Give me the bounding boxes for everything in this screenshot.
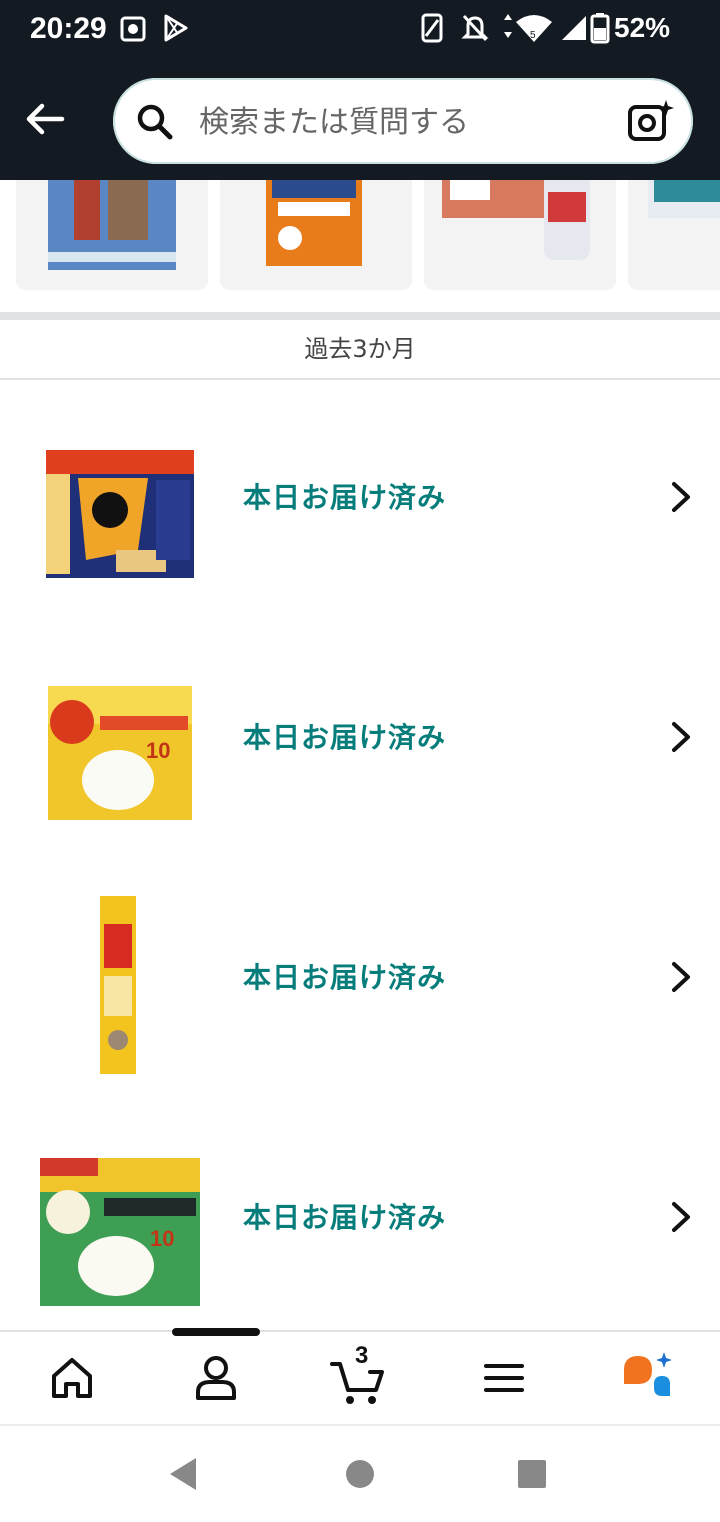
svg-text:10: 10 xyxy=(146,738,170,763)
carousel-card[interactable] xyxy=(16,180,208,290)
nav-active-indicator xyxy=(172,1328,260,1336)
order-row[interactable]: 本日お届け済み xyxy=(0,380,720,622)
back-arrow-icon[interactable] xyxy=(22,96,68,142)
system-back-icon[interactable] xyxy=(166,1456,200,1492)
home-icon[interactable] xyxy=(44,1350,100,1406)
delivery-status: 本日お届け済み xyxy=(243,721,447,754)
carousel-card[interactable] xyxy=(628,180,720,290)
search-box[interactable] xyxy=(113,78,693,164)
order-row[interactable]: 10 本日お届け済み xyxy=(0,620,720,862)
recent-items-carousel[interactable] xyxy=(0,180,720,310)
signal-icon xyxy=(562,16,586,40)
rufus-ai-icon[interactable] xyxy=(620,1350,676,1406)
delivery-status: 本日お届け済み xyxy=(243,961,447,994)
order-row[interactable]: 10 本日お届け済み xyxy=(0,1100,720,1342)
settings-icon xyxy=(120,16,146,42)
system-recents-icon[interactable] xyxy=(516,1458,548,1490)
product-image xyxy=(648,180,720,218)
carousel-card[interactable] xyxy=(220,180,412,290)
product-thumbnail: 10 xyxy=(40,1158,200,1306)
product-image xyxy=(266,180,362,266)
battery-icon xyxy=(590,13,610,44)
chevron-right-icon xyxy=(672,482,690,512)
camera-sparkle-icon[interactable] xyxy=(627,98,675,144)
chevron-right-icon xyxy=(672,1202,690,1232)
status-time: 20:29 xyxy=(30,12,107,45)
system-navigation xyxy=(0,1424,720,1522)
product-image xyxy=(442,180,590,260)
search-input[interactable] xyxy=(197,98,611,146)
play-store-icon xyxy=(164,14,188,42)
menu-icon[interactable] xyxy=(476,1350,532,1406)
product-image xyxy=(48,180,176,270)
search-header xyxy=(0,58,720,180)
svg-text:5: 5 xyxy=(530,30,536,41)
product-thumbnail xyxy=(46,450,194,578)
vibrate-icon xyxy=(421,13,443,43)
battery-percent: 52% xyxy=(614,12,671,43)
delivery-status: 本日お届け済み xyxy=(243,481,447,514)
status-bar: 20:29 5 52% xyxy=(0,0,720,58)
chevron-right-icon xyxy=(672,722,690,752)
carousel-card[interactable] xyxy=(424,180,616,290)
section-divider xyxy=(0,312,720,320)
cart-count-badge: 3 xyxy=(355,1342,369,1369)
section-title: 過去3か月 xyxy=(0,320,720,380)
system-home-icon[interactable] xyxy=(344,1458,376,1490)
bottom-nav: 3 xyxy=(0,1328,720,1426)
product-thumbnail: 10 xyxy=(48,686,192,820)
account-icon[interactable] xyxy=(188,1350,244,1406)
wifi-icon: 5 xyxy=(504,14,552,42)
chevron-right-icon xyxy=(672,962,690,992)
svg-text:10: 10 xyxy=(150,1226,174,1251)
mute-icon xyxy=(461,14,489,42)
product-thumbnail xyxy=(100,896,136,1074)
order-row[interactable]: 本日お届け済み xyxy=(0,860,720,1102)
delivery-status: 本日お届け済み xyxy=(243,1201,447,1234)
search-icon xyxy=(137,104,173,140)
